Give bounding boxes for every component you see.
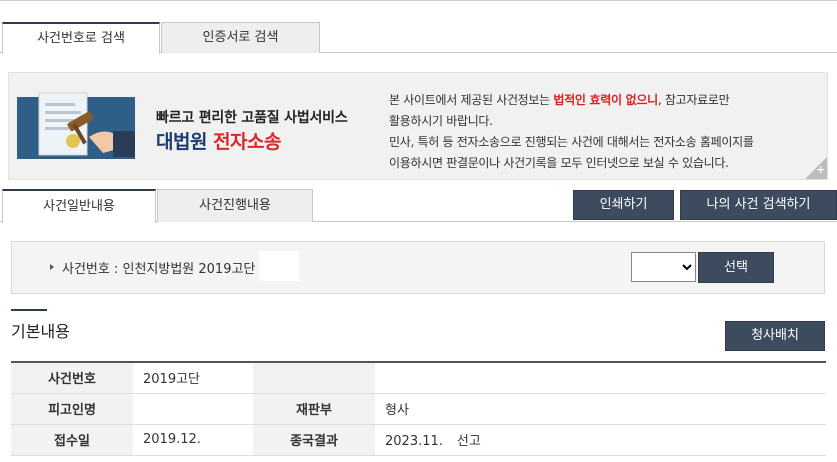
select-button[interactable]: 선택 (698, 252, 774, 283)
notice-line-3: 민사, 특허 등 전자소송으로 진행되는 사건에 대해서는 전자소송 홈페이지를 (389, 135, 754, 149)
label-received-date: 접수일 (11, 424, 133, 456)
notice-highlight: 법적인 효력이 없으니 (553, 93, 658, 107)
label-defendant: 피고인명 (11, 393, 133, 425)
tab-search-by-case-number[interactable]: 사건번호로 검색 (2, 22, 160, 54)
notice-suffix: , 참고자료로만 (657, 93, 730, 107)
redacted-received-day (200, 432, 215, 447)
my-case-search-button[interactable]: 나의 사건 검색하기 (680, 190, 837, 220)
tab-search-by-certificate[interactable]: 인증서로 검색 (161, 22, 320, 53)
banner-notice: 본 사이트에서 제공된 사건정보는 법적인 효력이 없으니, 참고자료로만 활용… (389, 90, 789, 174)
tab-case-progress[interactable]: 사건진행내용 (157, 189, 313, 222)
plus-icon: + (816, 163, 826, 176)
value-final-result: 2023.11. 선고 (375, 424, 826, 456)
value-case-number: 2019고단 (133, 362, 253, 394)
value-empty (375, 362, 826, 394)
search-method-tabs: 사건번호로 검색 인증서로 검색 (0, 22, 837, 54)
table-row: 접수일 2019.12. 종국결과 2023.11. 선고 (11, 424, 826, 456)
notice-line-1: 본 사이트에서 제공된 사건정보는 법적인 효력이 없으니, 참고자료로만 (389, 90, 789, 111)
case-select-dropdown[interactable] (631, 252, 696, 282)
court-seating-button[interactable]: 청사배치 (725, 321, 825, 351)
tab-case-general-info[interactable]: 사건일반내용 (2, 189, 156, 223)
table-row: 피고인명 재판부 형사 (11, 393, 826, 425)
notice-line-4: 이용하시면 판결문이나 사건기록을 모두 인터넷으로 보실 수 있습니다. (389, 156, 729, 170)
redacted-case-number (259, 251, 299, 281)
table-row: 사건번호 2019고단 (11, 362, 826, 394)
e-litigation-banner: 빠르고 편리한 고품질 사법서비스 대법원 전자소송 본 사이트에서 제공된 사… (8, 72, 828, 180)
basic-info-table: 사건번호 2019고단 피고인명 재판부 형사 접수일 2019.12. 종국결… (11, 361, 826, 456)
final-result-date: 2023.11. (385, 434, 443, 449)
value-defendant (133, 393, 253, 425)
court-gavel-document-icon (17, 92, 135, 159)
label-case-number: 사건번호 (11, 362, 133, 394)
label-final-result: 종국결과 (253, 424, 375, 456)
banner-brand-court: 대법원 (156, 131, 207, 153)
section-title: 기본내용 (11, 322, 70, 341)
received-date-text: 2019.12. (143, 432, 201, 447)
value-court-division: 형사 (375, 393, 826, 425)
notice-prefix: 본 사이트에서 제공된 사건정보는 (389, 93, 554, 107)
redacted-final-day (442, 434, 457, 449)
notice-line-2: 활용하시기 바랍니다. (389, 114, 493, 128)
bullet-arrow-icon (50, 264, 54, 270)
top-divider (0, 0, 837, 1)
banner-expand-corner[interactable]: + (805, 157, 827, 179)
value-received-date: 2019.12. (133, 424, 253, 456)
banner-brand-elitigation: 전자소송 (213, 131, 281, 153)
print-button[interactable]: 인쇄하기 (573, 190, 674, 220)
case-selector-box: 사건번호 : 인천지방법원 2019고단 선택 (11, 241, 825, 294)
label-empty (253, 362, 375, 394)
banner-title: 빠르고 편리한 고품질 사법서비스 (156, 110, 348, 126)
final-result-verdict: 선고 (456, 434, 481, 449)
label-court-division: 재판부 (253, 393, 375, 425)
banner-brand: 대법원 전자소송 (156, 127, 281, 154)
section-accent-bar (11, 309, 47, 311)
case-number-label: 사건번호 : 인천지방법원 2019고단 (62, 262, 256, 277)
